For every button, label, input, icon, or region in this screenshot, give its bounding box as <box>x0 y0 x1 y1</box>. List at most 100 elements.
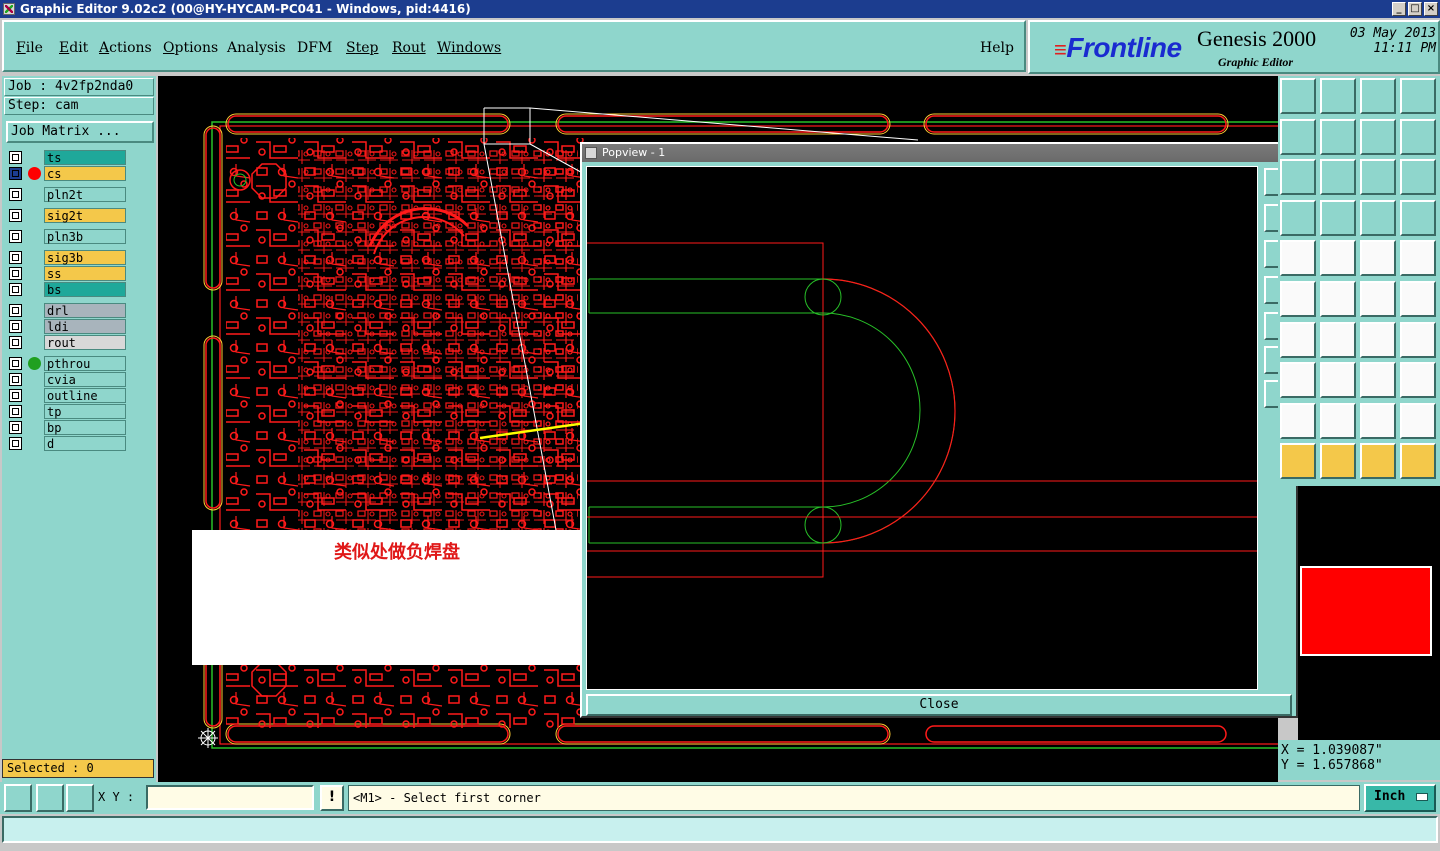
layer-row-pthrou[interactable]: pthrou <box>6 356 128 371</box>
cursor-b-icon[interactable] <box>1320 443 1356 480</box>
layer-row-bs[interactable]: bs <box>6 282 128 297</box>
layer-row-bp[interactable]: bp <box>6 420 128 435</box>
layer-name[interactable]: pln3b <box>44 229 126 244</box>
netlist-red-icon[interactable] <box>1400 199 1436 236</box>
close-window-button[interactable]: × <box>1424 2 1438 16</box>
layer-name[interactable]: bs <box>44 282 126 297</box>
layer-row-pln2t[interactable]: pln2t <box>6 187 128 202</box>
layer-row-ss[interactable]: ss <box>6 266 128 281</box>
layer-name[interactable]: ss <box>44 266 126 281</box>
cross-icon[interactable] <box>1320 281 1356 317</box>
layer-checkbox[interactable] <box>9 188 22 201</box>
ruler-icon[interactable] <box>1360 240 1396 277</box>
layer-row-d[interactable]: d <box>6 436 128 451</box>
layer-row-pln3b[interactable]: pln3b <box>6 229 128 244</box>
pan-icon[interactable] <box>1320 159 1356 196</box>
menu-rout[interactable]: Rout <box>392 40 426 56</box>
layer-name[interactable]: pthrou <box>44 356 126 371</box>
open-icon[interactable] <box>1280 118 1316 155</box>
menu-windows[interactable]: Windows <box>437 40 501 56</box>
layer-name[interactable]: bp <box>44 420 126 435</box>
angle-icon[interactable] <box>1280 321 1316 358</box>
layer-name[interactable]: cvia <box>44 372 126 387</box>
layer-name[interactable]: rout <box>44 335 126 350</box>
layer-row-rout[interactable]: rout <box>6 335 128 350</box>
red-dot-icon[interactable] <box>1280 281 1316 317</box>
layer-name[interactable]: ts <box>44 150 126 165</box>
layer-checkbox[interactable] <box>9 357 22 370</box>
red-node-icon[interactable] <box>1280 362 1316 399</box>
grid-icon[interactable] <box>66 784 94 812</box>
text-icon[interactable] <box>1280 199 1316 236</box>
arrow-node2-icon[interactable] <box>1400 281 1436 317</box>
menu-dfm[interactable]: DFM <box>297 40 332 56</box>
arrow-node-icon[interactable] <box>1360 281 1396 317</box>
home-top-icon[interactable] <box>1280 78 1316 114</box>
a-shape-icon[interactable] <box>1280 402 1316 439</box>
layer-checkbox[interactable] <box>9 373 22 386</box>
window-split-icon[interactable] <box>1400 78 1436 114</box>
cursor-c-icon[interactable] <box>1360 443 1396 480</box>
menu-file[interactable]: File <box>16 40 43 56</box>
shape-edit-icon[interactable] <box>1320 240 1356 277</box>
a-frame2-icon[interactable] <box>1400 402 1436 439</box>
layer-checkbox[interactable] <box>9 389 22 402</box>
layer-name[interactable]: ldi <box>44 319 126 334</box>
help-icon[interactable] <box>1400 159 1436 196</box>
menu-options[interactable]: Options <box>163 40 218 56</box>
layer-name[interactable]: tp <box>44 404 126 419</box>
layer-name[interactable]: sig2t <box>44 208 126 223</box>
maximize-button[interactable]: □ <box>1408 2 1422 16</box>
netlist-icon[interactable] <box>1360 199 1396 236</box>
a-red-icon[interactable] <box>1320 402 1356 439</box>
measure-box-icon[interactable] <box>1360 362 1396 399</box>
layer-name[interactable]: drl <box>44 303 126 318</box>
menu-analysis[interactable]: Analysis <box>227 40 286 56</box>
layer-checkbox[interactable] <box>9 230 22 243</box>
layer-checkbox[interactable] <box>9 209 22 222</box>
a-frame-icon[interactable] <box>1360 402 1396 439</box>
line-icon[interactable] <box>1320 321 1356 358</box>
menu-edit[interactable]: Edit <box>59 40 88 56</box>
layer-row-cs[interactable]: cs <box>6 166 128 181</box>
layer-name[interactable]: pln2t <box>44 187 126 202</box>
xy-input[interactable] <box>146 785 314 810</box>
layer-checkbox[interactable] <box>9 304 22 317</box>
popview-title-bar[interactable]: Popview - 1 x <box>582 144 1296 162</box>
flip-icon[interactable] <box>1360 118 1396 155</box>
layer-row-tp[interactable]: tp <box>6 404 128 419</box>
cursor-d-icon[interactable] <box>1400 443 1436 480</box>
pad-cluster-icon[interactable] <box>1400 362 1436 399</box>
line-red-icon[interactable] <box>1320 362 1356 399</box>
rotate-s-icon[interactable] <box>1400 118 1436 155</box>
layer-row-drl[interactable]: drl <box>6 303 128 318</box>
layer-row-ts[interactable]: ts <box>6 150 128 165</box>
layer-row-sig3b[interactable]: sig3b <box>6 250 128 265</box>
layer-checkbox[interactable] <box>9 283 22 296</box>
menu-help[interactable]: Help <box>980 40 1014 56</box>
home-icon[interactable] <box>1360 78 1396 114</box>
layer-name[interactable]: cs <box>44 166 126 181</box>
measure-icon[interactable] <box>36 784 64 812</box>
layer-checkbox[interactable] <box>9 421 22 434</box>
layer-row-outline[interactable]: outline <box>6 388 128 403</box>
layer-row-ldi[interactable]: ldi <box>6 319 128 334</box>
scale-1-2-icon[interactable] <box>1360 159 1396 196</box>
layer-checkbox[interactable] <box>9 251 22 264</box>
layer-checkbox[interactable] <box>9 336 22 349</box>
menu-step[interactable]: Step <box>346 40 378 56</box>
grid-view-icon[interactable] <box>1320 199 1356 236</box>
layer-checkbox[interactable] <box>9 437 22 450</box>
popview-canvas[interactable] <box>586 166 1258 690</box>
minimize-button[interactable]: _ <box>1392 2 1406 16</box>
pad-icon[interactable] <box>1280 240 1316 277</box>
layer-checkbox[interactable] <box>9 151 22 164</box>
circle-pad-icon[interactable] <box>1400 240 1436 277</box>
layer-name[interactable]: d <box>44 436 126 451</box>
layer-row-cvia[interactable]: cvia <box>6 372 128 387</box>
unit-select[interactable]: Inch <box>1364 784 1436 812</box>
layer-checkbox[interactable] <box>9 405 22 418</box>
menu-actions[interactable]: Actions <box>99 40 152 56</box>
layer-name[interactable]: sig3b <box>44 250 126 265</box>
layer-checkbox[interactable] <box>9 167 22 180</box>
